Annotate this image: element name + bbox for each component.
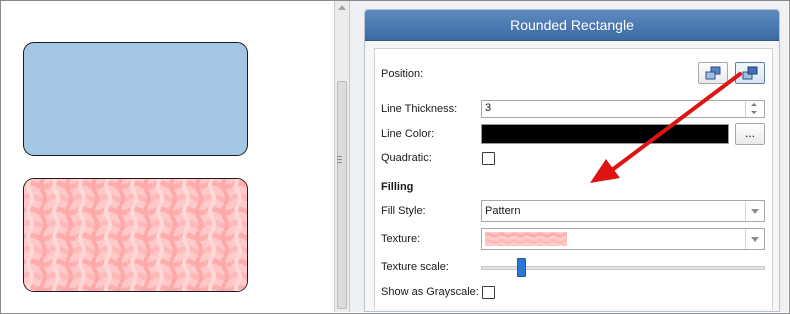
properties-form: Position: Line Thickness: 3 Line Color: …: [374, 48, 773, 309]
splitter-grip-icon[interactable]: [337, 156, 342, 165]
rounded-rectangle-pattern[interactable]: [23, 178, 248, 292]
texture-scale-slider-thumb[interactable]: [516, 258, 526, 277]
show-grayscale-label: Show as Grayscale:: [381, 286, 479, 298]
send-backward-button[interactable]: [698, 62, 728, 84]
stepper-down-icon[interactable]: [745, 109, 764, 117]
texture-scale-label: Texture scale:: [381, 261, 449, 273]
chevron-down-icon[interactable]: [745, 201, 764, 221]
fill-style-value: Pattern: [485, 205, 521, 217]
quadratic-label: Quadratic:: [381, 152, 432, 164]
rounded-rectangle-blue[interactable]: [23, 42, 248, 156]
texture-preview: [485, 232, 567, 246]
scrollbar-thumb[interactable]: [337, 81, 347, 309]
line-thickness-stepper[interactable]: 3: [481, 100, 765, 118]
canvas-scrollbar[interactable]: [334, 1, 350, 312]
line-color-label: Line Color:: [381, 128, 435, 140]
quadratic-checkbox[interactable]: [482, 152, 495, 165]
texture-label: Texture:: [381, 233, 421, 245]
fill-style-label: Fill Style:: [381, 205, 426, 217]
fill-style-dropdown[interactable]: Pattern: [481, 200, 765, 222]
line-color-swatch[interactable]: [481, 124, 729, 144]
bring-forward-icon: [742, 66, 758, 80]
filling-section-header: Filling: [381, 181, 414, 193]
show-grayscale-checkbox[interactable]: [482, 286, 495, 299]
line-thickness-label: Line Thickness:: [381, 103, 458, 115]
scroll-up-icon[interactable]: [338, 5, 346, 10]
stepper-up-icon[interactable]: [745, 101, 764, 109]
line-thickness-value: 3: [485, 102, 492, 114]
bring-forward-button[interactable]: [735, 62, 765, 84]
line-color-picker-button[interactable]: ...: [735, 123, 765, 145]
drawing-canvas[interactable]: [1, 1, 334, 312]
pattern-texture: [24, 179, 247, 291]
chevron-down-icon[interactable]: [745, 229, 764, 249]
send-backward-icon: [705, 66, 721, 80]
panel-title: Rounded Rectangle: [365, 10, 779, 41]
properties-panel: Rounded Rectangle Position: Line Thickne…: [364, 9, 780, 312]
position-label: Position:: [381, 68, 424, 80]
texture-dropdown[interactable]: [481, 228, 765, 250]
